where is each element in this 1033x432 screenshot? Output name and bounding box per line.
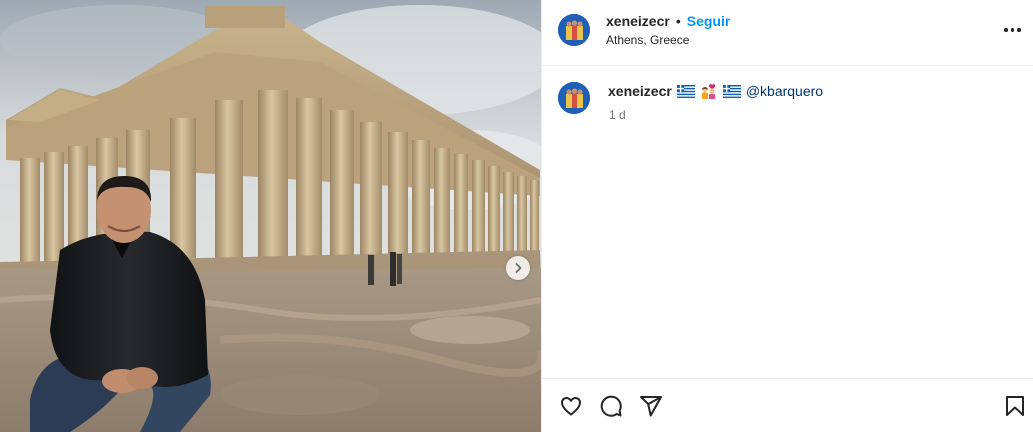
more-options-button[interactable]	[1004, 22, 1021, 38]
avatar[interactable]	[558, 82, 590, 114]
instagram-post: xeneizecr • Seguir Athens, Greece xeneiz…	[0, 0, 1033, 432]
follow-button[interactable]: Seguir	[687, 13, 731, 29]
post-header: xeneizecr • Seguir Athens, Greece	[542, 0, 1033, 66]
bookmark-icon	[1006, 396, 1024, 416]
action-bar	[542, 378, 1033, 432]
next-photo-button[interactable]	[506, 256, 530, 280]
share-button[interactable]	[638, 393, 664, 419]
mention-link[interactable]: @kbarquero	[746, 83, 823, 99]
profile-avatar-image	[558, 82, 590, 114]
comment-button[interactable]	[598, 393, 624, 419]
share-icon	[640, 396, 662, 417]
post-timestamp[interactable]: 1 d	[609, 108, 626, 122]
post-sidebar: xeneizecr • Seguir Athens, Greece xeneiz…	[541, 0, 1033, 432]
post-username[interactable]: xeneizecr	[606, 13, 670, 29]
couple-emoji-icon	[701, 84, 716, 99]
caption-username[interactable]: xeneizecr	[608, 83, 672, 99]
profile-avatar-image	[558, 14, 590, 46]
save-button[interactable]	[1002, 393, 1028, 419]
post-location[interactable]: Athens, Greece	[606, 33, 689, 47]
heart-icon	[561, 397, 581, 416]
more-horizontal-icon	[1004, 28, 1008, 32]
greece-flag-icon	[722, 84, 741, 98]
like-button[interactable]	[558, 393, 584, 419]
chevron-right-icon	[515, 263, 522, 273]
parthenon-photo	[0, 0, 541, 432]
avatar[interactable]	[558, 14, 590, 46]
greece-flag-icon	[676, 84, 695, 98]
separator-dot: •	[675, 13, 681, 29]
comment-icon	[600, 395, 622, 417]
post-photo[interactable]	[0, 0, 541, 432]
